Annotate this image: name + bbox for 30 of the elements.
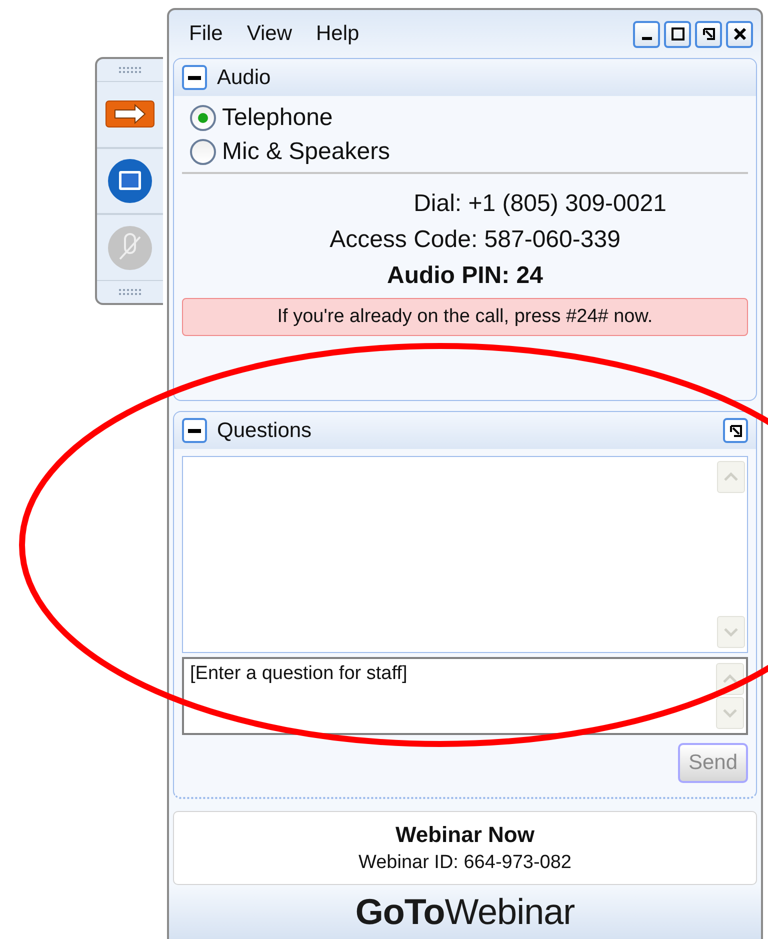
menu-item[interactable]: View xyxy=(246,22,292,46)
webinar-title: Webinar Now xyxy=(396,822,534,848)
radio-label[interactable]: Telephone xyxy=(222,104,333,132)
popout-icon[interactable] xyxy=(728,422,744,438)
dial-number: Dial: +1 (805) 309-0021 xyxy=(414,189,666,219)
close-icon[interactable] xyxy=(732,26,748,42)
popout-button[interactable] xyxy=(723,418,748,443)
webinar-id: Webinar ID: 664-973-082 xyxy=(358,852,572,874)
grip-handle[interactable] xyxy=(118,66,142,74)
radio-button[interactable] xyxy=(190,139,216,165)
popout-icon[interactable] xyxy=(700,26,716,42)
menu-item[interactable]: File xyxy=(189,22,223,46)
radio-button[interactable] xyxy=(190,105,216,131)
access-code: Access Code: 587-060-339 xyxy=(330,225,620,255)
maximize-button[interactable] xyxy=(664,20,691,48)
logo: GoToWebinar xyxy=(355,891,575,933)
collapse-button[interactable] xyxy=(182,418,207,443)
screen-icon[interactable] xyxy=(107,158,153,204)
notice-banner: If you're already on the call, press #24# now. xyxy=(182,298,748,336)
menu-item[interactable]: Help xyxy=(316,22,360,46)
maximize-icon[interactable] xyxy=(670,26,686,42)
radio-label[interactable]: Mic & Speakers xyxy=(222,138,390,166)
chevron-up-icon[interactable] xyxy=(722,674,738,684)
audio-pin: Audio PIN: 24 xyxy=(386,261,543,291)
close-button[interactable] xyxy=(726,20,753,48)
collapse-button[interactable] xyxy=(182,65,207,90)
panel-title: Audio xyxy=(217,66,271,90)
popout-button[interactable] xyxy=(695,20,722,48)
minimize-button[interactable] xyxy=(633,20,660,48)
panel-title: Questions xyxy=(217,418,312,442)
